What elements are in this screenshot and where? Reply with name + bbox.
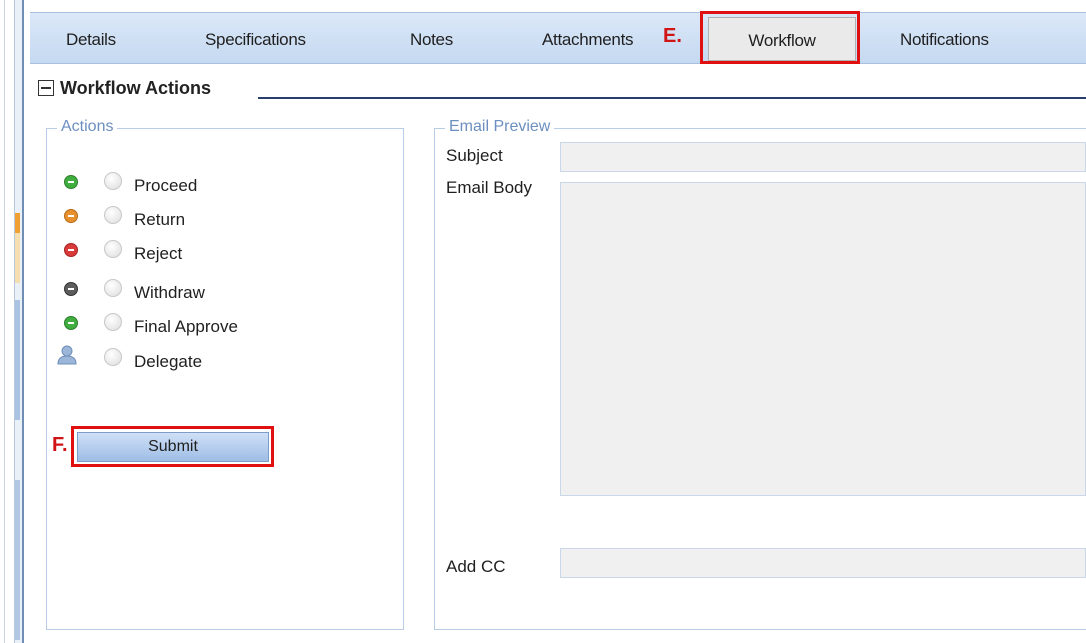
tab-notifications[interactable]: Notifications	[900, 13, 989, 63]
proceed-radio[interactable]	[104, 172, 122, 190]
left-sidebar-strip	[14, 0, 22, 643]
actions-legend: Actions	[57, 118, 118, 136]
green-minus-circle-icon	[64, 175, 78, 189]
header-divider	[258, 97, 1086, 99]
withdraw-radio[interactable]	[104, 279, 122, 297]
reject-radio[interactable]	[104, 240, 122, 258]
tab-details[interactable]: Details	[66, 13, 116, 63]
subject-field[interactable]	[560, 142, 1086, 172]
orange-minus-circle-icon	[64, 209, 78, 223]
email-preview-legend: Email Preview	[445, 118, 555, 136]
email-body-field[interactable]	[560, 182, 1086, 496]
action-label: Return	[134, 210, 186, 229]
email-body-label: Email Body	[446, 178, 532, 197]
left-border	[0, 0, 5, 643]
gray-minus-circle-icon	[64, 282, 78, 296]
add-cc-label: Add CC	[446, 557, 506, 576]
action-label: Withdraw	[134, 283, 205, 302]
tab-specifications[interactable]: Specifications	[205, 13, 306, 63]
callout-f: F.	[52, 434, 68, 456]
delegate-radio[interactable]	[104, 348, 122, 366]
tab-bar: Details Specifications Notes Attachments…	[30, 12, 1086, 64]
action-label: Proceed	[134, 176, 198, 195]
callout-e: E.	[663, 25, 682, 47]
final-approve-radio[interactable]	[104, 313, 122, 331]
green-minus-circle-icon	[64, 316, 78, 330]
actions-fieldset: Actions	[46, 118, 404, 630]
left-divider	[22, 0, 24, 643]
section-title: Workflow Actions	[60, 78, 212, 98]
action-label: Final Approve	[134, 317, 238, 336]
app-window: Details Specifications Notes Attachments…	[0, 0, 1086, 643]
add-cc-field[interactable]	[560, 548, 1086, 578]
tab-attachments[interactable]: Attachments	[542, 13, 634, 63]
action-label: Delegate	[134, 352, 203, 371]
return-radio[interactable]	[104, 206, 122, 224]
workflow-tab-highlight	[700, 11, 860, 64]
submit-highlight	[71, 426, 274, 467]
collapse-icon[interactable]	[38, 80, 54, 96]
user-icon	[57, 345, 77, 365]
tab-notes[interactable]: Notes	[410, 13, 453, 63]
subject-label: Subject	[446, 146, 503, 165]
red-minus-circle-icon	[64, 243, 78, 257]
action-label: Reject	[134, 244, 183, 263]
